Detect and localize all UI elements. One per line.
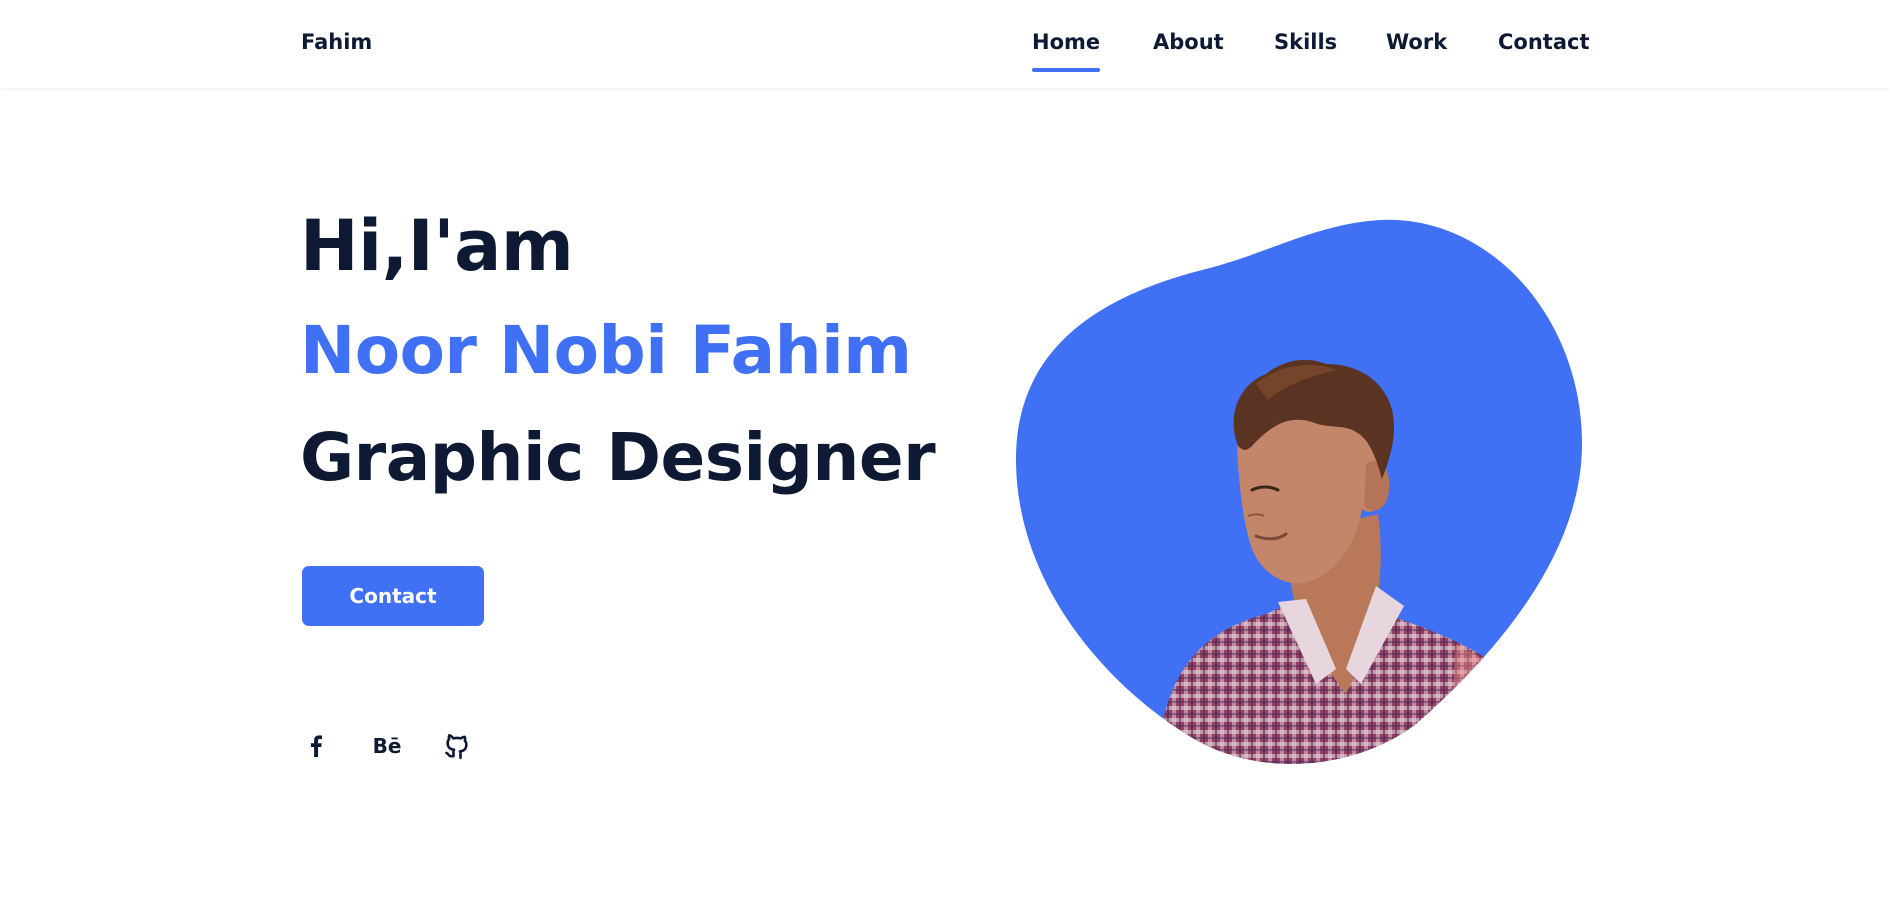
profile-image bbox=[1016, 214, 1582, 770]
github-glyph bbox=[445, 733, 468, 760]
nav-link-contact[interactable]: Contact bbox=[1498, 30, 1590, 54]
hero-greeting: Hi,I'am bbox=[300, 205, 574, 287]
hero-role: Graphic Designer bbox=[300, 419, 936, 496]
facebook-icon[interactable] bbox=[306, 731, 326, 761]
github-icon[interactable] bbox=[442, 731, 472, 761]
site-header: Fahim Home About Skills Work Contact bbox=[0, 0, 1890, 88]
nav-link-skills[interactable]: Skills bbox=[1274, 30, 1337, 54]
portrait-photo bbox=[1016, 219, 1582, 764]
main-nav: Home About Skills Work Contact bbox=[0, 30, 1890, 74]
nav-link-home[interactable]: Home bbox=[1032, 30, 1101, 72]
nav-link-work[interactable]: Work bbox=[1386, 30, 1447, 54]
nav-link-about[interactable]: About bbox=[1153, 30, 1224, 54]
contact-button[interactable]: Contact bbox=[302, 566, 484, 626]
behance-icon[interactable]: Bē bbox=[370, 731, 404, 761]
facebook-glyph bbox=[310, 735, 322, 757]
hero-name: Noor Nobi Fahim bbox=[300, 312, 912, 389]
